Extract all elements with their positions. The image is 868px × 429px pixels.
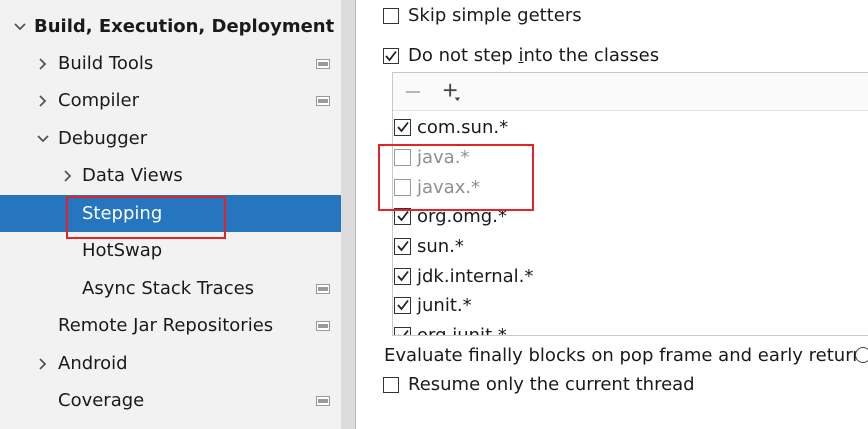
tree-item-build-execution-deployment[interactable]: Build, Execution, Deployment [0,8,341,45]
filter-checkbox[interactable] [394,296,411,314]
chevron-right-icon[interactable] [61,169,75,183]
tree-item-label: Async Stack Traces [82,278,255,299]
chevron-right-icon[interactable] [36,57,50,71]
skip-simple-getters-option[interactable]: Skip simple getters [383,5,582,26]
tree-item-compiler[interactable]: Compiler [0,82,341,119]
filter-pattern: sun.* [417,235,464,257]
tree-item-label: Debugger [58,128,148,149]
tree-item-label: Build Tools [58,53,154,74]
tree-item-label: Coverage [58,390,145,411]
project-settings-icon [316,320,330,331]
filter-pattern: javax.* [417,176,481,198]
filter-pattern: java.* [417,146,470,168]
chevron-down-icon[interactable] [36,132,50,146]
do-not-step-into-checkbox[interactable] [383,47,399,64]
class-filters-list[interactable]: com.sun.* java.* javax.* org.omg.* sun.*… [392,72,868,336]
skip-simple-getters-label: Skip simple getters [408,5,582,26]
class-filter-item[interactable]: java.* [393,142,868,172]
checkmark-icon [396,299,409,311]
project-settings-icon [316,283,330,294]
evaluate-finally-label: Evaluate finally blocks on pop frame and… [384,345,868,366]
tree-item-label: Stepping [82,203,163,224]
tree-item-hotswap[interactable]: HotSwap [0,232,341,269]
filter-pattern: jdk.internal.* [417,265,534,287]
filter-pattern: com.sun.* [417,116,509,138]
checkmark-icon [396,210,409,222]
class-filter-item[interactable]: sun.* [393,231,868,261]
project-settings-icon [316,395,330,406]
plus-dropdown-icon[interactable] [442,82,462,102]
label-part: etters [528,5,582,26]
tree-item-debugger[interactable]: Debugger [0,120,341,157]
tree-item-remote-jar-repositories[interactable]: Remote Jar Repositories [0,307,341,344]
filter-checkbox[interactable] [394,178,411,196]
filter-checkbox[interactable] [394,148,411,166]
tree-item-android[interactable]: Android [0,345,341,382]
class-filter-item[interactable]: org.junit.* [393,320,868,336]
project-settings-icon [316,95,330,106]
tree-item-label: Data Views [82,165,183,186]
checkmark-icon [396,121,409,133]
filter-checkbox[interactable] [394,118,411,136]
skip-simple-getters-checkbox[interactable] [383,7,399,24]
class-filter-item[interactable]: org.omg.* [393,201,868,231]
tree-item-label: Build, Execution, Deployment [34,16,335,37]
class-filter-item[interactable]: jdk.internal.* [393,261,868,291]
class-filter-item[interactable]: javax.* [393,172,868,202]
label-part: Skip simple [408,5,518,26]
label-part: Do not step [408,45,519,66]
tree-item-label: HotSwap [82,240,163,261]
filter-pattern: junit.* [417,294,472,316]
checkmark-icon [385,50,397,61]
checkmark-icon [397,329,409,335]
do-not-step-into-label: Do not step into the classes [408,45,659,66]
mnemonic-char: g [517,5,529,26]
evaluate-finally-option: Evaluate finally blocks on pop frame and… [384,345,868,366]
tree-item-async-stack-traces[interactable]: Async Stack Traces [0,270,341,307]
project-settings-icon [316,58,330,69]
tree-item-build-tools[interactable]: Build Tools [0,45,341,82]
resume-current-thread-label: Resume only the current thread [408,374,695,395]
filter-checkbox[interactable] [394,207,411,225]
filter-checkbox[interactable] [394,267,411,285]
tree-item-coverage[interactable]: Coverage [0,382,341,419]
filter-checkbox[interactable] [394,237,411,255]
settings-tree: Build, Execution, Deployment Build Tools… [0,0,341,429]
tree-item-data-views[interactable]: Data Views [0,157,341,194]
checkmark-icon [396,270,409,282]
minus-icon[interactable] [403,82,423,102]
evaluate-finally-radio[interactable] [855,347,868,363]
filter-pattern: org.omg.* [417,205,507,227]
stepping-settings-panel: Skip simple getters Do not step into the… [356,0,868,429]
filter-checkbox[interactable] [394,326,411,335]
splitter-handle[interactable] [341,0,355,429]
tree-item-label: Remote Jar Repositories [58,315,274,336]
class-filter-item[interactable]: junit.* [393,290,868,320]
filter-pattern: org.junit.* [417,324,507,336]
tree-item-label: Android [58,353,128,374]
class-filter-item[interactable]: com.sun.* [393,112,868,142]
resume-current-thread-checkbox[interactable] [383,376,399,393]
label-part: nto the classes [523,45,660,66]
checkmark-icon [396,240,409,252]
resume-current-thread-option[interactable]: Resume only the current thread [383,374,695,395]
chevron-down-icon[interactable] [13,20,27,34]
class-filters-toolbar [393,73,868,111]
chevron-right-icon[interactable] [36,357,50,371]
chevron-right-icon[interactable] [36,94,50,108]
tree-item-stepping[interactable]: Stepping [0,195,341,232]
do-not-step-into-option[interactable]: Do not step into the classes [383,45,659,66]
tree-item-label: Compiler [58,90,140,111]
